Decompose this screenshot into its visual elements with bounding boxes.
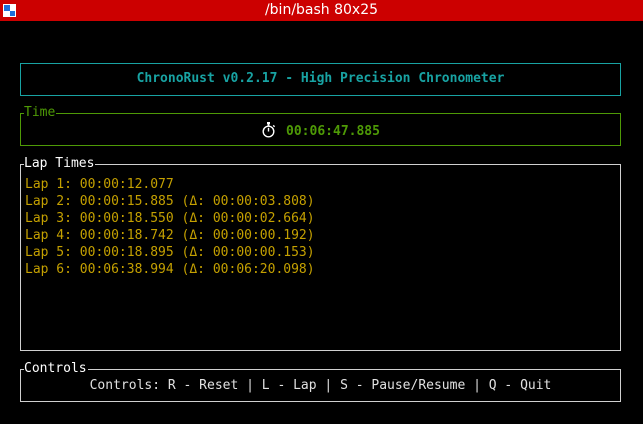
lap-item: Lap 2: 00:00:15.885 (Δ: 00:00:03.808) (25, 194, 315, 209)
window-title: /bin/bash 80x25 (264, 2, 379, 18)
terminal-content[interactable]: ChronoRust v0.2.17 - High Precision Chro… (0, 21, 643, 424)
app-title: ChronoRust v0.2.17 - High Precision Chro… (136, 71, 505, 86)
time-panel: Time 00:06:47.885 (20, 105, 621, 146)
lap-item: Lap 4: 00:00:18.742 (Δ: 00:00:00.192) (25, 228, 315, 243)
app-header-panel: ChronoRust v0.2.17 - High Precision Chro… (20, 63, 621, 96)
stopwatch-icon (261, 122, 276, 142)
terminal-app-icon[interactable] (3, 4, 16, 17)
time-panel-label: Time (24, 105, 57, 121)
controls-help-text: Controls: R - Reset | L - Lap | S - Paus… (89, 378, 552, 393)
lap-item: Lap 1: 00:00:12.077 (25, 177, 174, 192)
lap-list: Lap 1: 00:00:12.077 Lap 2: 00:00:15.885 … (25, 176, 315, 278)
lap-item: Lap 6: 00:06:38.994 (Δ: 00:06:20.098) (25, 262, 315, 277)
controls-panel: Controls Controls: R - Reset | L - Lap |… (20, 361, 621, 402)
elapsed-time-row: 00:06:47.885 (21, 122, 620, 142)
terminal-window: /bin/bash 80x25 ChronoRust v0.2.17 - Hig… (0, 0, 643, 424)
lap-times-label: Lap Times (24, 156, 96, 172)
lap-item: Lap 5: 00:00:18.895 (Δ: 00:00:00.153) (25, 245, 315, 260)
window-titlebar[interactable]: /bin/bash 80x25 (0, 0, 643, 21)
elapsed-time: 00:06:47.885 (286, 124, 380, 139)
controls-label: Controls (24, 361, 88, 377)
lap-times-panel: Lap Times Lap 1: 00:00:12.077 Lap 2: 00:… (20, 156, 621, 351)
lap-item: Lap 3: 00:00:18.550 (Δ: 00:00:02.664) (25, 211, 315, 226)
